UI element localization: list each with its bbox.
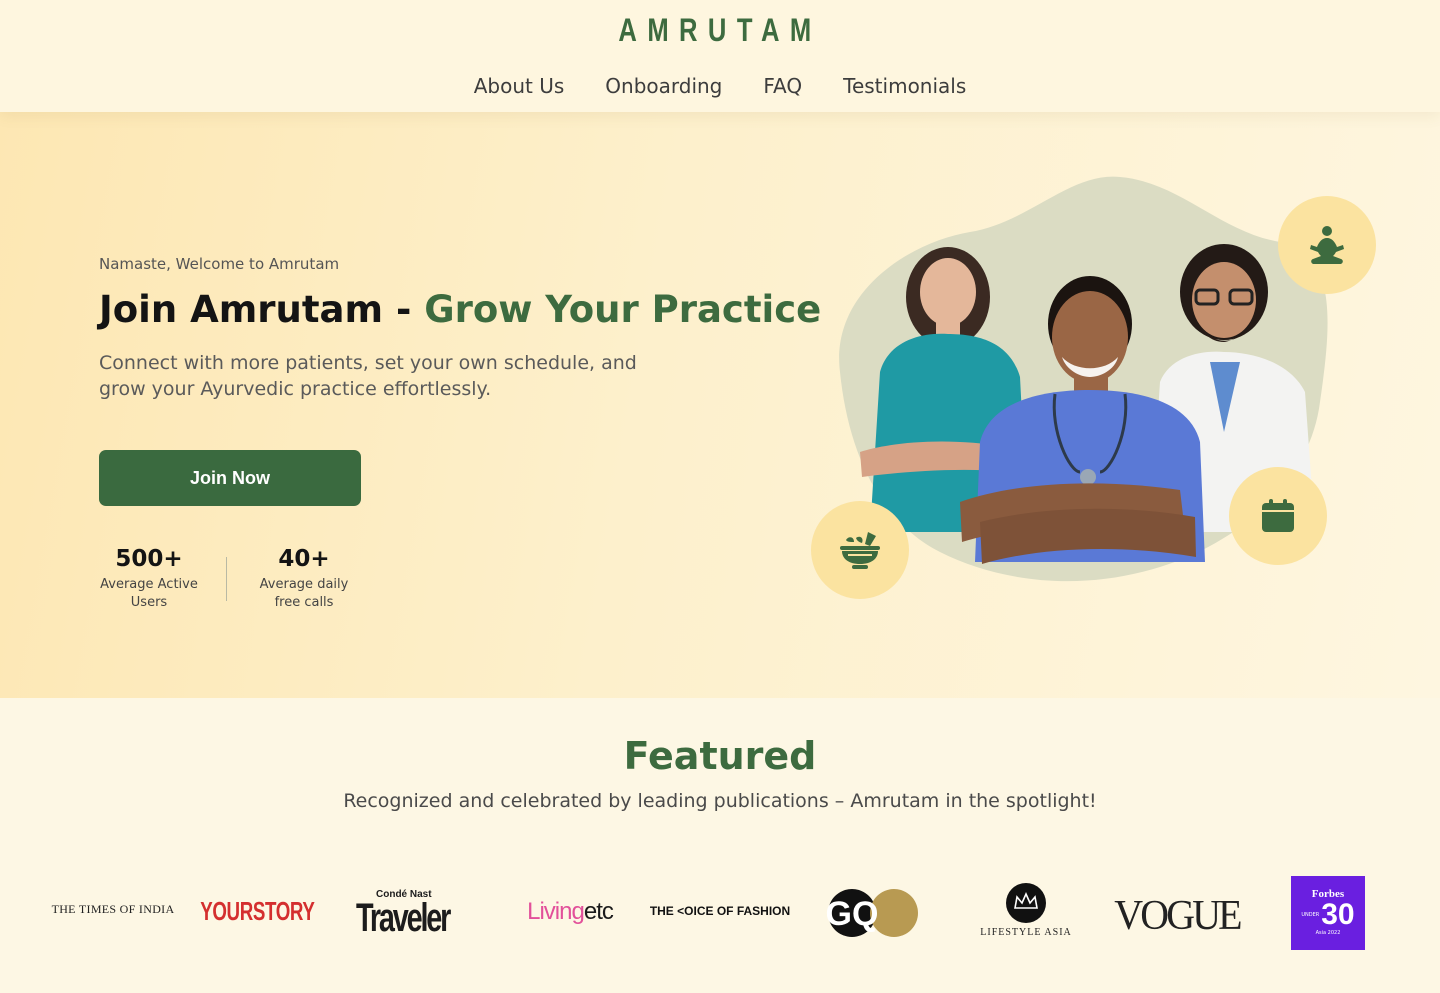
forbes-year-text: Asia 2022 [1315,930,1341,936]
hero-greeting: Namaste, Welcome to Amrutam [99,255,340,273]
gq-mark: GQ [826,888,918,938]
hero-illustration [800,172,1400,612]
hero-subtitle: Connect with more patients, set your own… [99,352,637,400]
featured-title: Featured [623,734,817,778]
forbes-30-text: 30 [1321,898,1355,931]
meditation-icon [1310,226,1344,264]
calendar-icon [1262,499,1294,532]
lifestyle-asia-text: LIFESTYLE ASIA [980,927,1072,938]
forbes-30-row: UNDER 30 [1301,900,1354,930]
gq-text: GQ [826,895,878,933]
logo-lifestyle-asia: LIFESTYLE ASIA [978,882,1074,938]
stat-daily-calls: 40+ Average daily free calls [254,546,354,612]
stat-divider [226,557,227,601]
mortar-pestle-icon [840,532,880,569]
stat-label: Average daily free calls [259,577,349,610]
hero-title: Join Amrutam - Grow Your Practice [99,288,821,331]
hero-section: Namaste, Welcome to Amrutam Join Amrutam… [0,112,1440,698]
logo-yourstory: YOURSTORY [199,896,315,927]
logo-forbes-30-under-30: Forbes UNDER 30 Asia 2022 [1291,876,1365,950]
yourstory-text: YOURSTORY [199,896,315,926]
calendar-icon-circle [1229,467,1327,565]
join-now-button[interactable]: Join Now [99,450,361,506]
forbes-under-text: UNDER [1301,912,1320,918]
site-header: AMRUTAM About Us Onboarding FAQ Testimon… [0,0,1440,112]
hero-title-accent: Grow Your Practice [424,288,822,331]
livingetc-etc-text: etc [583,898,614,925]
stat-value: 40+ [278,546,330,572]
amrutam-logo[interactable]: AMRUTAM [144,12,1296,49]
livingetc-living-text: Living [527,898,585,925]
toi-text: THE TIMES OF INDIA [51,902,175,916]
nav-faq[interactable]: FAQ [763,74,802,98]
mortar-pestle-icon-circle [811,501,909,599]
publication-logos: THE TIMES OF INDIA YOURSTORY Condé Nast … [0,870,1440,960]
nav-onboarding[interactable]: Onboarding [605,74,722,98]
vof-text: THE <OICE OF FASHION [649,904,791,918]
vogue-text: VOGUE [1114,893,1242,939]
logo-gq: GQ [826,888,918,938]
logo-times-of-india: THE TIMES OF INDIA [48,902,178,917]
logo-voice-of-fashion: THE <OICE OF FASHION [648,904,792,918]
meditation-icon-circle [1278,196,1376,294]
logo-livingetc: Living etc [520,898,620,926]
traveler-text: Traveler [356,896,451,940]
hero-stats: 500+ Average Active Users 40+ Average da… [99,546,354,612]
hero-title-main: Join Amrutam - [99,288,425,331]
stat-label: Average Active Users [100,577,198,610]
nav-about-us[interactable]: About Us [474,74,565,98]
lifestyle-asia-crown-icon [1006,883,1046,923]
stat-value: 500+ [115,546,183,572]
nav-testimonials[interactable]: Testimonials [843,74,966,98]
logo-conde-nast-traveler: Condé Nast Traveler [356,890,466,940]
featured-subtitle: Recognized and celebrated by leading pub… [343,790,1097,812]
main-nav: About Us Onboarding FAQ Testimonials [0,74,1440,98]
stat-active-users: 500+ Average Active Users [99,546,199,612]
logo-vogue: VOGUE [1112,892,1242,940]
